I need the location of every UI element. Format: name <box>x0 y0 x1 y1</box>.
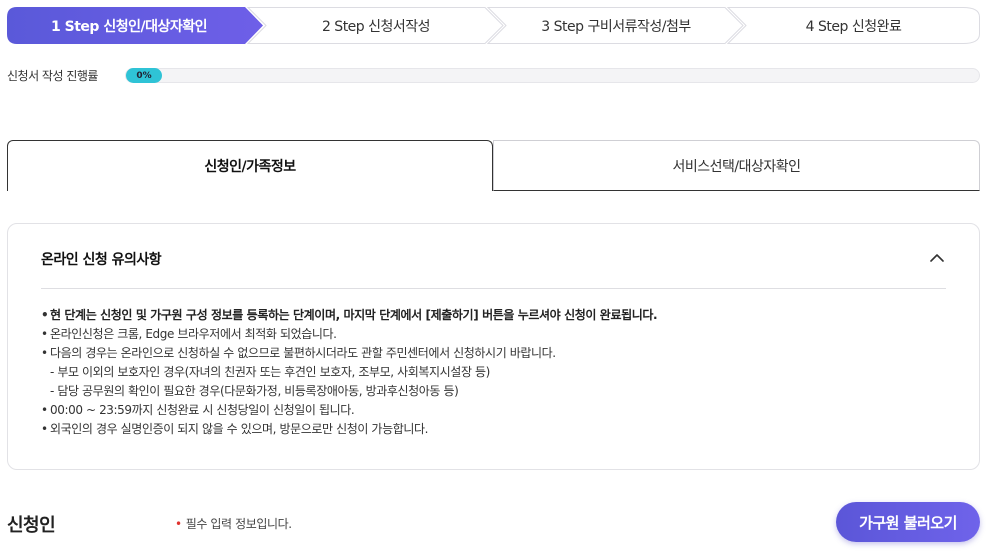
notice-item: 외국인의 경우 실명인증이 되지 않을 수 있으며, 방문으로만 신청이 가능합… <box>41 420 959 439</box>
notice-item: 온라인신청은 크롬, Edge 브라우저에서 최적화 되었습니다. <box>41 325 959 344</box>
applicant-section-title: 신청인 <box>7 515 56 536</box>
form-tabs: 신청인/가족정보 서비스선택/대상자확인 <box>7 140 980 191</box>
step-3-label: 3 Step 구비서류작성/첨부 <box>541 18 691 35</box>
load-family-button[interactable]: 가구원 불러오기 <box>836 502 980 542</box>
tab-applicant-family[interactable]: 신청인/가족정보 <box>7 140 493 191</box>
step-3: 3 Step 구비서류작성/첨부 <box>487 7 745 44</box>
required-note: • 필수 입력 정보입니다. <box>175 515 292 532</box>
tab-applicant-family-label: 신청인/가족정보 <box>204 159 296 175</box>
step-2-label: 2 Step 신청서작성 <box>321 18 431 35</box>
tab-service-target-label: 서비스선택/대상자확인 <box>672 158 801 175</box>
notice-sub-item: - 부모 이외의 보호자인 경우(자녀의 친권자 또는 후견인 보호자, 조부모… <box>50 365 490 379</box>
notice-item: 다음의 경우는 온라인으로 신청하실 수 없으므로 불편하시더라도 관할 주민센… <box>41 344 959 363</box>
progress-fill: 0% <box>126 68 162 83</box>
notice-title: 온라인 신청 유의사항 <box>41 252 162 268</box>
notice-header[interactable]: 온라인 신청 유의사항 <box>41 249 946 289</box>
online-notice-panel: 온라인 신청 유의사항 현 단계는 신청인 및 가구원 구성 정보를 등록하는 … <box>7 223 980 470</box>
notice-sub-item: - 담당 공무원의 확인이 필요한 경우(다문화가정, 비등록장애아동, 방과후… <box>50 384 459 398</box>
notice-item: 현 단계는 신청인 및 가구원 구성 정보를 등록하는 단계이며, 마지막 단계… <box>41 306 959 325</box>
step-4: 4 Step 신청완료 <box>727 7 980 44</box>
progress-label: 신청서 작성 진행률 <box>7 69 98 83</box>
step-2: 2 Step 신청서작성 <box>247 7 505 44</box>
step-indicator: 1 Step 신청인/대상자확인 2 Step 신청서작성 3 Step 구비서… <box>7 7 980 44</box>
progress-value: 0% <box>136 70 152 81</box>
required-note-text: 필수 입력 정보입니다. <box>185 517 292 531</box>
notice-item: 00:00 ~ 23:59까지 신청완료 시 신청당일이 신청일이 됩니다. <box>41 401 959 420</box>
chevron-up-icon[interactable] <box>928 249 946 267</box>
step-4-label: 4 Step 신청완료 <box>805 18 902 35</box>
tab-service-target[interactable]: 서비스선택/대상자확인 <box>493 140 980 191</box>
progress-bar: 0% <box>125 68 980 83</box>
step-1: 1 Step 신청인/대상자확인 <box>7 7 263 44</box>
required-dot-icon: • <box>175 517 182 531</box>
step-1-label: 1 Step 신청인/대상자확인 <box>51 18 207 35</box>
notice-list: 현 단계는 신청인 및 가구원 구성 정보를 등록하는 단계이며, 마지막 단계… <box>41 306 959 439</box>
